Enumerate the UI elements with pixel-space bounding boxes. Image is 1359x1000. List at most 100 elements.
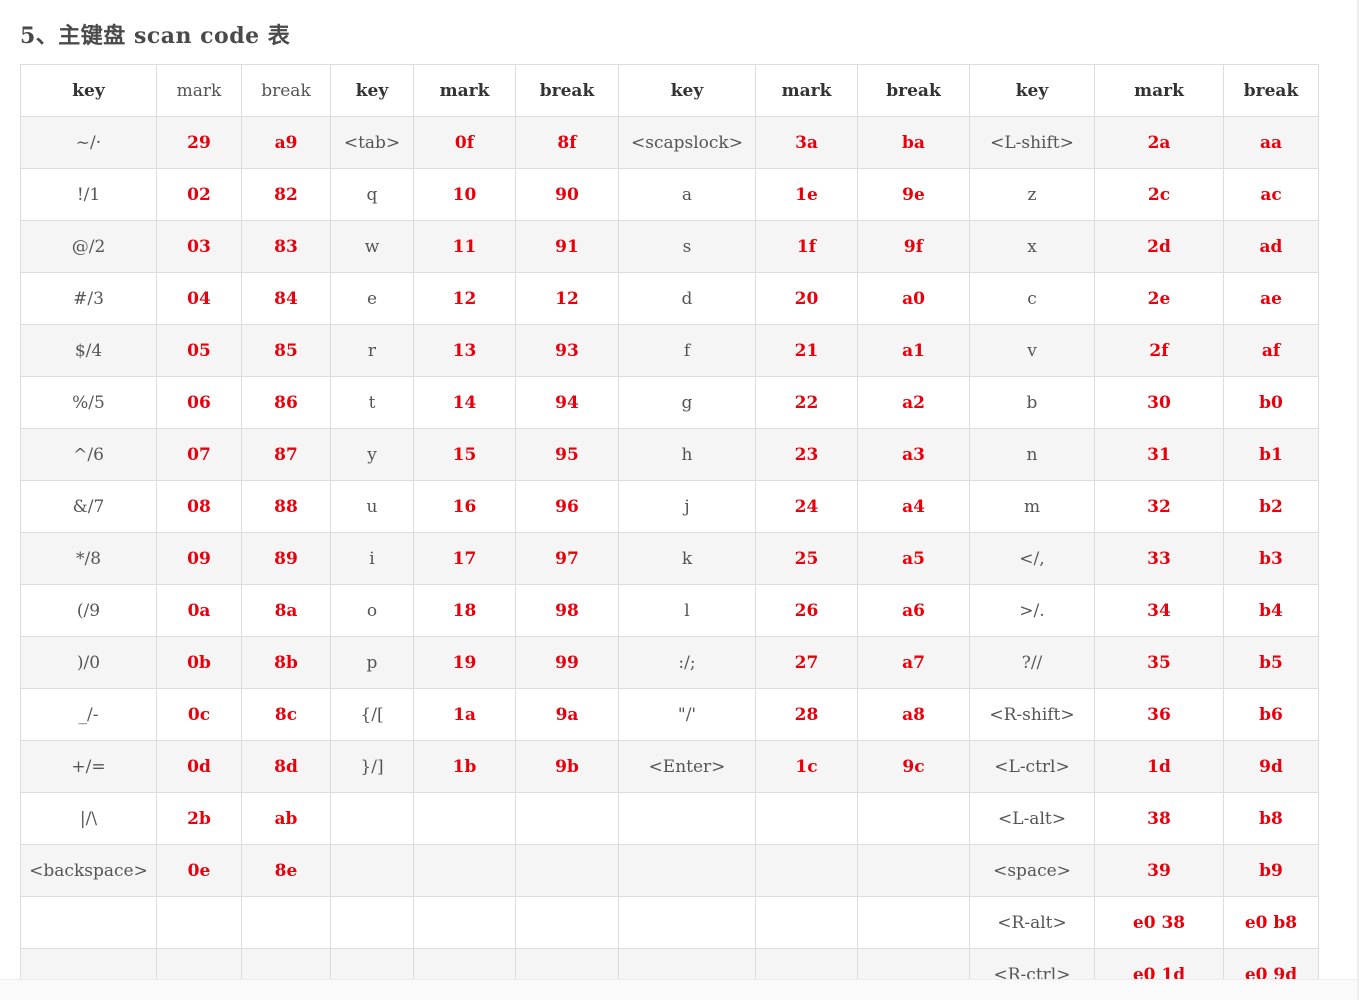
table-row: #/3 04 84 e 12 12 d 20 a0 c 2e ae — [20, 272, 1319, 325]
mark-cell: 1d — [1094, 740, 1224, 793]
mark-cell: 08 — [156, 480, 242, 533]
key-cell: q — [330, 168, 414, 221]
break-cell: 87 — [241, 428, 331, 481]
mark-cell: 05 — [156, 324, 242, 377]
break-cell: 9b — [515, 740, 619, 793]
mark-cell: 2f — [1094, 324, 1224, 377]
mark-cell: 24 — [755, 480, 858, 533]
section-heading: 5、主键盘 scan code 表 — [20, 23, 291, 49]
break-cell: 99 — [515, 636, 619, 689]
key-cell: u — [330, 480, 414, 533]
key-cell: </, — [969, 532, 1095, 585]
break-cell: a0 — [857, 272, 970, 325]
mark-cell — [755, 844, 858, 897]
break-cell: 98 — [515, 584, 619, 637]
key-cell: r — [330, 324, 414, 377]
break-cell: ac — [1223, 168, 1319, 221]
key-cell: */8 — [20, 532, 157, 585]
table-row: )/0 0b 8b p 19 99:/; 27 a7 ?//35 b5 — [20, 636, 1319, 689]
key-cell: h — [618, 428, 756, 481]
break-cell: 97 — [515, 532, 619, 585]
mark-cell: 33 — [1094, 532, 1224, 585]
mark-cell: 39 — [1094, 844, 1224, 897]
mark-cell: 29 — [156, 116, 242, 169]
key-cell: (/9 — [20, 584, 157, 637]
mark-cell: 2d — [1094, 220, 1224, 273]
key-cell: _/- — [20, 688, 157, 741]
break-cell: b9 — [1223, 844, 1319, 897]
mark-cell: 3a — [755, 116, 858, 169]
mark-cell: 10 — [413, 168, 516, 221]
mark-cell — [156, 896, 242, 949]
table-row: <backspace> 0e 8e <space> 39 b9 — [20, 844, 1319, 897]
table-row: (/9 0a 8a o 18 98 l 26 a6 >/. 34 b4 — [20, 584, 1319, 637]
mark-cell: 02 — [156, 168, 242, 221]
bottom-bar — [0, 979, 1359, 1000]
key-cell: <L-shift> — [969, 116, 1095, 169]
mark-cell: 09 — [156, 532, 242, 585]
key-cell: x — [969, 220, 1095, 273]
mark-cell: 03 — [156, 220, 242, 273]
mark-cell: 27 — [755, 636, 858, 689]
break-cell: a7 — [857, 636, 970, 689]
table-row: !/1 02 82 q 10 90 a 1e 9e z 2c ac — [20, 168, 1319, 221]
mark-cell: 21 — [755, 324, 858, 377]
break-cell — [515, 844, 619, 897]
break-cell: 94 — [515, 376, 619, 429]
mark-cell: 12 — [413, 272, 516, 325]
header-key: key — [618, 64, 756, 117]
mark-cell: e0 38 — [1094, 896, 1224, 949]
break-cell: a1 — [857, 324, 970, 377]
break-cell: e0 b8 — [1223, 896, 1319, 949]
key-cell: c — [969, 272, 1095, 325]
break-cell: 88 — [241, 480, 331, 533]
key-cell: i — [330, 532, 414, 585]
scan-code-table-container: key mark break key mark break key mark b… — [20, 64, 1319, 1000]
key-cell: $/4 — [20, 324, 157, 377]
key-cell: |/\ — [20, 792, 157, 845]
key-cell: !/1 — [20, 168, 157, 221]
mark-cell — [413, 792, 516, 845]
key-cell: <L-alt> — [969, 792, 1095, 845]
break-cell: a5 — [857, 532, 970, 585]
key-cell — [618, 792, 756, 845]
break-cell: ae — [1223, 272, 1319, 325]
mark-cell: 11 — [413, 220, 516, 273]
break-cell — [857, 896, 970, 949]
key-cell: v — [969, 324, 1095, 377]
mark-cell: 1a — [413, 688, 516, 741]
key-cell: #/3 — [20, 272, 157, 325]
scan-code-table: key mark break key mark break key mark b… — [20, 64, 1319, 1000]
key-cell: o — [330, 584, 414, 637]
break-cell: b1 — [1223, 428, 1319, 481]
key-cell: d — [618, 272, 756, 325]
header-mark: mark — [156, 64, 242, 117]
break-cell: 93 — [515, 324, 619, 377]
break-cell — [857, 792, 970, 845]
mark-cell: 2a — [1094, 116, 1224, 169]
break-cell: b3 — [1223, 532, 1319, 585]
break-cell: 91 — [515, 220, 619, 273]
break-cell: 89 — [241, 532, 331, 585]
mark-cell — [413, 896, 516, 949]
break-cell: 9f — [857, 220, 970, 273]
break-cell: b6 — [1223, 688, 1319, 741]
key-cell: &/7 — [20, 480, 157, 533]
key-cell — [618, 844, 756, 897]
table-row: %/5 06 86 t 14 94 g 22 a2 b 30 b0 — [20, 376, 1319, 429]
key-cell: n — [969, 428, 1095, 481]
mark-cell: 0f — [413, 116, 516, 169]
mark-cell — [755, 896, 858, 949]
key-cell: <R-alt> — [969, 896, 1095, 949]
header-mark: mark — [755, 64, 858, 117]
mark-cell: 19 — [413, 636, 516, 689]
mark-cell: 28 — [755, 688, 858, 741]
mark-cell: 0c — [156, 688, 242, 741]
break-cell: ab — [241, 792, 331, 845]
mark-cell: 14 — [413, 376, 516, 429]
break-cell: b4 — [1223, 584, 1319, 637]
key-cell: ?// — [969, 636, 1095, 689]
mark-cell: 25 — [755, 532, 858, 585]
break-cell: 9a — [515, 688, 619, 741]
table-row: */8 09 89 i 17 97 k 25 a5 </, 33 b3 — [20, 532, 1319, 585]
